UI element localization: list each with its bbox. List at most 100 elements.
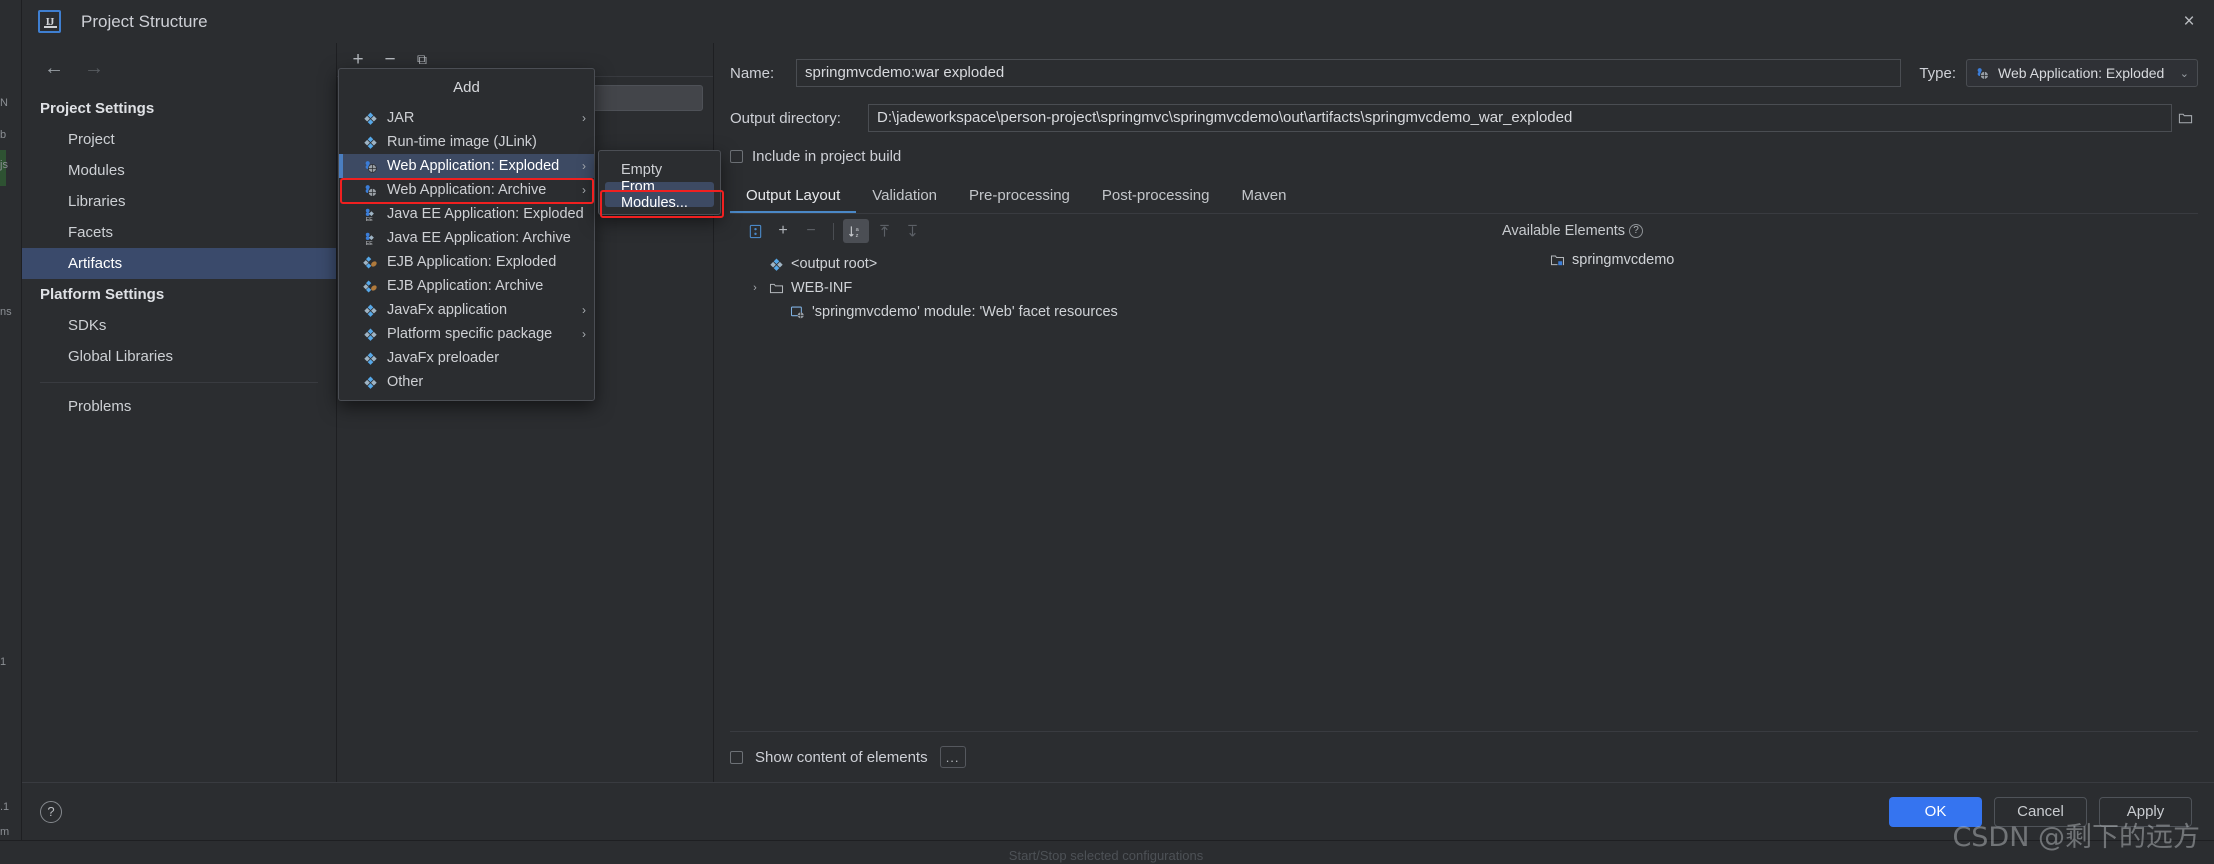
chevron-down-icon: ⌄ bbox=[2179, 67, 2189, 80]
tree-node-web-inf[interactable]: › WEB-INF bbox=[748, 276, 1438, 300]
menu-item-javaee-application-exploded[interactable]: EE Java EE Application: Exploded bbox=[339, 202, 594, 226]
available-elements-label: Available Elements bbox=[1502, 223, 1626, 239]
tab-post-processing[interactable]: Post-processing bbox=[1086, 181, 1226, 213]
help-icon[interactable]: ? bbox=[40, 800, 62, 823]
tab-validation[interactable]: Validation bbox=[856, 181, 953, 213]
show-content-options-button[interactable]: ... bbox=[939, 746, 966, 768]
menu-item-label: Web Application: Archive bbox=[387, 182, 547, 198]
sidebar-item-sdks[interactable]: SDKs bbox=[22, 310, 336, 341]
available-elements-tree: springmvcdemo bbox=[1438, 244, 2198, 272]
tree-node-output-root[interactable]: › <output bbox=[748, 252, 1438, 276]
javaee-artifact-icon: EE bbox=[363, 207, 378, 223]
move-up-icon[interactable] bbox=[871, 219, 897, 243]
tree-node-module-facet[interactable]: › 'springmvcdemo' module: 'Web' f bbox=[748, 300, 1438, 324]
menu-item-javafx-preloader[interactable]: JavaFx preloader bbox=[339, 346, 594, 370]
forward-arrow-icon[interactable]: → bbox=[84, 58, 104, 78]
menu-item-other[interactable]: Other bbox=[339, 370, 594, 394]
artifact-type-select[interactable]: Web Application: Exploded ⌄ bbox=[1966, 59, 2198, 87]
output-layout-area: + − a z <output root> › WEB-INF 'springm… bbox=[730, 214, 2198, 731]
ide-status-text: Start/Stop selected configurations bbox=[1008, 848, 1204, 863]
artifact-icon bbox=[363, 375, 378, 390]
sidebar-item-global-libraries[interactable]: Global Libraries bbox=[22, 341, 336, 372]
back-arrow-icon[interactable]: ← bbox=[44, 58, 64, 78]
tree-label: WEB-INF bbox=[791, 280, 853, 296]
menu-item-web-application-archive[interactable]: Web Application: Archive › bbox=[339, 178, 594, 202]
add-artifact-menu: Add JAR › Run-time image (JLink) Web App… bbox=[338, 68, 595, 401]
show-content-row: Show content of elements ... bbox=[730, 731, 2198, 782]
menu-item-javaee-application-archive[interactable]: EE Java EE Application: Archive bbox=[339, 226, 594, 250]
intellij-logo-icon: IJ bbox=[38, 10, 61, 33]
menu-item-label: Other bbox=[387, 374, 424, 390]
available-elements-header: Available Elements ? bbox=[1438, 218, 2198, 244]
folder-icon[interactable] bbox=[2172, 104, 2198, 132]
tab-output-layout[interactable]: Output Layout bbox=[730, 181, 856, 213]
menu-item-platform-specific-package[interactable]: Platform specific package › bbox=[339, 322, 594, 346]
chevron-right-icon[interactable]: › bbox=[748, 282, 762, 294]
output-layout-toolbar: + − a z bbox=[730, 216, 1438, 246]
apply-button[interactable]: Apply bbox=[2099, 796, 2192, 827]
sidebar-item-facets[interactable]: Facets bbox=[22, 217, 336, 248]
output-layout-tree: › <output bbox=[730, 246, 1438, 324]
show-included-icon[interactable] bbox=[742, 219, 768, 243]
chevron-right-icon: › bbox=[582, 303, 586, 317]
include-in-project-build-checkbox[interactable] bbox=[730, 150, 743, 163]
show-content-checkbox[interactable] bbox=[730, 750, 743, 764]
output-directory-input[interactable]: D:\jadeworkspace\person-project\springmv… bbox=[868, 104, 2172, 132]
ejb-artifact-icon bbox=[363, 279, 378, 294]
settings-sidebar: ← → Project Settings Project Modules Lib… bbox=[22, 43, 337, 782]
add-artifact-submenu: Empty From Modules... bbox=[598, 150, 721, 215]
artifact-icon bbox=[769, 257, 784, 272]
add-element-icon[interactable]: + bbox=[770, 219, 796, 243]
web-artifact-icon bbox=[363, 183, 378, 198]
available-element-springmvcdemo[interactable]: springmvcdemo bbox=[1550, 248, 2198, 272]
move-down-icon[interactable] bbox=[899, 219, 925, 243]
menu-item-label: Run-time image (JLink) bbox=[387, 134, 537, 150]
menu-item-label: EJB Application: Exploded bbox=[387, 254, 557, 270]
cancel-button[interactable]: Cancel bbox=[1994, 796, 2087, 827]
ide-gutter-text-1: N bbox=[0, 97, 8, 109]
artifact-name-input[interactable]: springmvcdemo:war exploded bbox=[796, 59, 1902, 87]
tab-maven[interactable]: Maven bbox=[1225, 181, 1302, 213]
sidebar-group-project-settings: Project Settings bbox=[40, 100, 155, 117]
sidebar-item-modules[interactable]: Modules bbox=[22, 155, 336, 186]
submenu-item-from-modules[interactable]: From Modules... bbox=[605, 179, 714, 211]
sidebar-item-project[interactable]: Project bbox=[22, 124, 336, 155]
svg-text:a: a bbox=[855, 226, 859, 232]
menu-item-web-application-exploded[interactable]: Web Application: Exploded › bbox=[339, 154, 594, 178]
output-directory-label: Output directory: bbox=[730, 109, 841, 127]
sidebar-item-artifacts[interactable]: Artifacts bbox=[22, 248, 336, 279]
svg-text:z: z bbox=[855, 233, 858, 239]
selection-indicator bbox=[339, 154, 343, 178]
remove-element-icon[interactable]: − bbox=[798, 219, 824, 243]
menu-item-ejb-application-archive[interactable]: EJB Application: Archive bbox=[339, 274, 594, 298]
include-in-project-build-label: Include in project build bbox=[752, 148, 902, 165]
tree-label: 'springmvcdemo' module: 'Web' facet reso… bbox=[812, 304, 1118, 320]
add-menu-header: Add bbox=[453, 79, 480, 96]
help-icon[interactable]: ? bbox=[1629, 224, 1644, 238]
dialog-title: Project Structure bbox=[81, 11, 208, 31]
menu-item-runtime-image-jlink[interactable]: Run-time image (JLink) bbox=[339, 130, 594, 154]
menu-item-label: Web Application: Exploded bbox=[387, 158, 560, 174]
dialog-titlebar: IJ Project Structure × bbox=[22, 0, 2214, 43]
chevron-right-icon: › bbox=[582, 159, 586, 173]
menu-item-jar[interactable]: JAR › bbox=[339, 106, 594, 130]
artifact-icon bbox=[363, 327, 378, 342]
sidebar-item-libraries[interactable]: Libraries bbox=[22, 186, 336, 217]
include-in-project-build-row[interactable]: Include in project build bbox=[730, 148, 2198, 165]
tab-pre-processing[interactable]: Pre-processing bbox=[953, 181, 1086, 213]
ok-button[interactable]: OK bbox=[1889, 796, 1982, 827]
ide-gutter-text-7: m bbox=[0, 826, 10, 838]
menu-item-javafx-application[interactable]: JavaFx application › bbox=[339, 298, 594, 322]
footer-buttons: OK Cancel Apply bbox=[1889, 796, 2192, 827]
menu-item-ejb-application-exploded[interactable]: EJB Application: Exploded bbox=[339, 250, 594, 274]
sort-icon[interactable]: a z bbox=[843, 219, 869, 243]
artifact-icon bbox=[363, 111, 378, 126]
sidebar-item-problems[interactable]: Problems bbox=[22, 391, 336, 422]
artifact-detail-panel: Name: springmvcdemo:war exploded Type: W… bbox=[714, 43, 2214, 782]
menu-item-label: JavaFx preloader bbox=[387, 350, 500, 366]
type-label: Type: bbox=[1919, 64, 1956, 82]
chevron-right-icon: › bbox=[582, 327, 586, 341]
menu-item-label: JAR bbox=[387, 110, 415, 126]
available-elements-panel: Available Elements ? springmvcdemo bbox=[1438, 214, 2198, 731]
close-icon[interactable]: × bbox=[2180, 12, 2198, 31]
